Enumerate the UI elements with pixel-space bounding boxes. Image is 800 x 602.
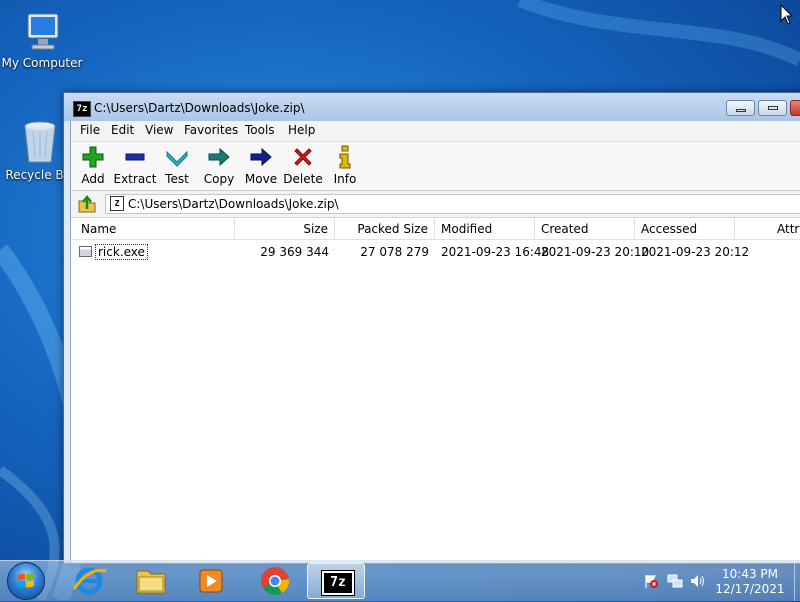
check-chevron-icon (166, 150, 188, 167)
windows-logo-icon (18, 573, 34, 588)
network-icon[interactable] (667, 573, 683, 589)
column-header-accessed[interactable]: Accessed (635, 218, 735, 240)
minimize-icon (736, 109, 746, 112)
delete-button[interactable]: Delete (281, 145, 325, 186)
7zip-icon: 7z (321, 570, 355, 596)
recycle-bin-icon (24, 121, 56, 163)
test-label: Test (165, 172, 189, 186)
column-header-name[interactable]: Name (71, 218, 235, 240)
menu-bar: File Edit View Favorites Tools Help (71, 121, 800, 142)
row-packed-size: 27 078 279 (360, 245, 429, 259)
copy-arrow-icon (208, 147, 230, 167)
7zip-file-manager-window[interactable]: 7z C:\Users\Dartz\Downloads\Joke.zip\ Fi… (63, 92, 800, 564)
add-button[interactable]: Add (71, 145, 115, 186)
taskbar-media-player[interactable] (182, 563, 240, 599)
taskbar-clock[interactable]: 10:43 PM 12/17/2021 (712, 567, 788, 597)
menu-file[interactable]: File (80, 123, 100, 137)
move-arrow-icon (250, 147, 272, 167)
taskbar-explorer[interactable] (122, 563, 180, 599)
taskbar-7zip[interactable]: 7z (307, 563, 365, 599)
minimize-button[interactable] (726, 100, 755, 116)
row-name: rick.exe (95, 244, 148, 260)
toolbar: Add Extract Test Copy Move Delete Info (71, 142, 800, 191)
info-icon (339, 145, 351, 169)
copy-label: Copy (203, 172, 235, 186)
info-label: Info (333, 172, 357, 186)
move-label: Move (244, 172, 278, 186)
row-size: 29 369 344 (260, 245, 329, 259)
move-button[interactable]: Move (239, 145, 283, 186)
file-list[interactable]: Name Size Packed Size Modified Created A… (71, 218, 800, 563)
column-header-size[interactable]: Size (235, 218, 335, 240)
internet-explorer-icon (72, 567, 107, 595)
menu-help[interactable]: Help (288, 123, 315, 137)
desktop-icon-my-computer[interactable]: My Computer (0, 10, 84, 70)
delete-label: Delete (283, 172, 323, 186)
address-path: C:\Users\Dartz\Downloads\Joke.zip\ (128, 197, 339, 211)
close-button[interactable] (790, 100, 800, 116)
volume-icon[interactable] (689, 573, 705, 589)
menu-tools[interactable]: Tools (245, 123, 275, 137)
minus-icon (125, 153, 145, 161)
window-title: C:\Users\Dartz\Downloads\Joke.zip\ (94, 101, 305, 115)
taskbar: 7z 10:43 PM 12/17/2021 (0, 560, 800, 601)
mouse-cursor-icon (780, 4, 794, 25)
menu-view[interactable]: View (145, 123, 173, 137)
media-player-icon (199, 569, 223, 593)
taskbar-chrome[interactable] (246, 563, 304, 599)
row-modified: 2021-09-23 16:48 (441, 245, 550, 259)
taskbar-internet-explorer[interactable] (60, 563, 118, 599)
folder-up-icon[interactable] (77, 195, 97, 213)
add-label: Add (81, 172, 105, 186)
row-accessed: 2021-09-23 20:12 (641, 245, 750, 259)
extract-label: Extract (113, 172, 157, 186)
column-header-created[interactable]: Created (535, 218, 635, 240)
address-bar: Z C:\Users\Dartz\Downloads\Joke.zip\ (71, 191, 800, 218)
menu-favorites[interactable]: Favorites (184, 123, 238, 137)
desktop-icon-label: My Computer (1, 56, 83, 70)
clock-date: 12/17/2021 (715, 582, 785, 596)
chrome-icon (261, 567, 290, 595)
explorer-folder-icon (136, 570, 166, 594)
show-desktop-button[interactable] (794, 561, 800, 601)
row-created: 2021-09-23 20:10 (541, 245, 650, 259)
zip-archive-icon: Z (110, 196, 124, 211)
action-center-flag-icon[interactable] (643, 573, 659, 589)
delete-x-icon (294, 148, 312, 166)
window-titlebar[interactable]: 7z C:\Users\Dartz\Downloads\Joke.zip\ (64, 93, 800, 121)
clock-time: 10:43 PM (722, 567, 778, 581)
copy-button[interactable]: Copy (197, 145, 241, 186)
maximize-button[interactable] (758, 100, 787, 116)
computer-icon (27, 13, 59, 50)
7zip-app-icon[interactable]: 7z (73, 101, 91, 117)
extract-button[interactable]: Extract (113, 145, 157, 186)
column-header-attributes[interactable]: Attributes (735, 218, 800, 240)
start-button[interactable] (7, 562, 45, 600)
address-input[interactable]: Z C:\Users\Dartz\Downloads\Joke.zip\ (105, 194, 800, 214)
info-button[interactable]: Info (323, 145, 367, 186)
window-client-area: File Edit View Favorites Tools Help Add … (70, 121, 800, 563)
column-header-modified[interactable]: Modified (435, 218, 535, 240)
menu-edit[interactable]: Edit (111, 123, 134, 137)
plus-icon (82, 146, 104, 168)
exe-file-icon (79, 246, 92, 257)
column-header-packed-size[interactable]: Packed Size (335, 218, 435, 240)
maximize-icon (768, 106, 778, 110)
test-button[interactable]: Test (155, 145, 199, 186)
